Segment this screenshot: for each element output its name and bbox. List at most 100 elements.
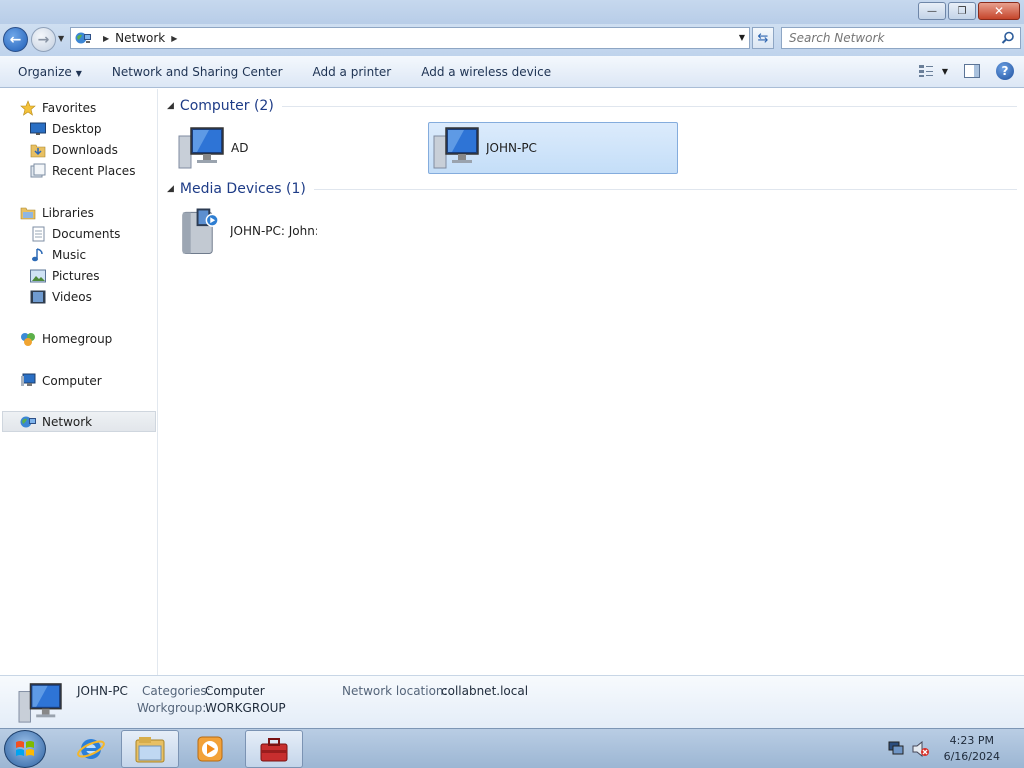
explorer-icon xyxy=(135,737,165,763)
recent-places-icon xyxy=(30,163,46,179)
change-view-button[interactable]: ▼ xyxy=(918,64,948,78)
computer-icon xyxy=(20,373,36,389)
search-icon[interactable] xyxy=(1001,31,1015,45)
network-icon xyxy=(20,414,36,430)
group-title: Media Devices (1) xyxy=(179,181,306,197)
group-header-computer[interactable]: ◢ Computer (2) xyxy=(167,96,1017,116)
sidebar-item-pictures[interactable]: Pictures xyxy=(30,265,100,286)
item-label: JOHN-PC xyxy=(486,141,537,155)
computer-icon xyxy=(178,127,224,169)
recent-pages-dropdown[interactable]: ▼ xyxy=(58,34,64,43)
group-divider xyxy=(313,188,1017,190)
sidebar-item-label: Documents xyxy=(52,226,121,241)
downloads-folder-icon xyxy=(30,142,46,158)
file-list: ◢ Computer (2) AD JOHN-PC ◢ Media Device… xyxy=(159,89,1024,675)
computer-icon xyxy=(433,127,479,169)
organize-menu[interactable]: Organize ▼ xyxy=(0,65,97,79)
sidebar-item-libraries[interactable]: Libraries xyxy=(20,202,94,223)
collapse-triangle-icon[interactable]: ◢ xyxy=(167,184,174,194)
documents-icon xyxy=(30,226,46,242)
system-tray: 4:23 PM 6/16/2024 xyxy=(874,729,1024,768)
forward-arrow-icon: → xyxy=(37,31,50,48)
address-row: ← → ▼ ▶ Network ▶ ▼ ⇆ xyxy=(0,24,1024,56)
videos-icon xyxy=(30,289,46,305)
sidebar-item-label: Libraries xyxy=(42,205,94,220)
sidebar-item-music[interactable]: Music xyxy=(30,244,86,265)
refresh-icon: ⇆ xyxy=(757,30,769,46)
computer-icon xyxy=(18,683,62,723)
sidebar-item-computer[interactable]: Computer xyxy=(20,370,102,391)
search-input[interactable] xyxy=(789,31,989,45)
list-item-media-device[interactable]: JOHN-PC: John: xyxy=(177,205,317,257)
windows-logo-icon xyxy=(16,741,34,756)
sidebar-item-label: Desktop xyxy=(52,121,102,136)
sidebar-item-label: Downloads xyxy=(52,142,118,157)
taskbar-toolbox-app[interactable] xyxy=(245,730,303,768)
sidebar-item-videos[interactable]: Videos xyxy=(30,286,92,307)
clock-time: 4:23 PM xyxy=(949,734,994,747)
preview-pane-button[interactable] xyxy=(964,64,980,78)
toolbox-icon xyxy=(260,738,288,762)
taskbar-windows-explorer[interactable] xyxy=(121,730,179,768)
breadcrumb-network[interactable]: Network xyxy=(115,31,165,45)
sidebar-item-label: Pictures xyxy=(52,268,100,283)
network-sharing-center-button[interactable]: Network and Sharing Center xyxy=(97,65,298,79)
sidebar-item-network[interactable]: Network xyxy=(2,411,156,432)
sidebar-item-desktop[interactable]: Desktop xyxy=(30,118,102,139)
sidebar-item-downloads[interactable]: Downloads xyxy=(30,139,118,160)
media-device-icon xyxy=(182,208,219,254)
details-network-location-label: Network location: xyxy=(342,684,448,698)
address-history-dropdown[interactable]: ▼ xyxy=(739,33,745,42)
breadcrumb-separator[interactable]: ▶ xyxy=(171,34,177,43)
taskbar-media-player[interactable] xyxy=(181,730,239,768)
command-bar-right: ▼ ? xyxy=(918,62,1014,80)
music-icon xyxy=(30,247,46,263)
sidebar-item-label: Homegroup xyxy=(42,331,113,346)
folder-icon xyxy=(20,205,36,221)
search-box[interactable] xyxy=(781,27,1021,49)
sidebar-item-label: Videos xyxy=(52,289,92,304)
details-workgroup-label: Workgroup: xyxy=(137,701,207,715)
start-button[interactable] xyxy=(4,730,46,768)
pictures-icon xyxy=(30,268,46,284)
sidebar-item-documents[interactable]: Documents xyxy=(30,223,120,244)
item-label: AD xyxy=(231,141,249,155)
sidebar-item-label: Music xyxy=(52,247,87,262)
clock-date: 6/16/2024 xyxy=(943,750,1000,763)
item-label: JOHN-PC: John: xyxy=(229,224,317,238)
maximize-button[interactable]: ❐ xyxy=(948,2,976,20)
homegroup-icon xyxy=(20,331,36,347)
sidebar-item-favorites[interactable]: Favorites xyxy=(20,97,96,118)
details-categories-value: Computer xyxy=(205,684,265,698)
details-pane: JOHN-PC Categories: Computer Workgroup: … xyxy=(0,675,1024,728)
sidebar-item-homegroup[interactable]: Homegroup xyxy=(20,328,112,349)
breadcrumb-separator[interactable]: ▶ xyxy=(103,34,109,43)
desktop-icon xyxy=(30,121,46,137)
forward-button[interactable]: → xyxy=(31,27,56,52)
add-printer-button[interactable]: Add a printer xyxy=(298,65,407,79)
sidebar-item-label: Computer xyxy=(42,373,102,388)
chevron-down-icon: ▼ xyxy=(941,66,948,76)
navigation-pane: Favorites Desktop Downloads Recent Place… xyxy=(0,89,158,675)
details-workgroup-value: WORKGROUP xyxy=(205,701,286,715)
taskbar-internet-explorer[interactable] xyxy=(62,730,120,768)
minimize-button[interactable]: — xyxy=(918,2,946,20)
group-header-media-devices[interactable]: ◢ Media Devices (1) xyxy=(167,179,1017,199)
sidebar-item-label: Network xyxy=(42,414,93,429)
help-icon[interactable]: ? xyxy=(996,62,1014,80)
network-status-icon[interactable] xyxy=(888,741,906,757)
chevron-down-icon: ▼ xyxy=(75,68,82,78)
address-bar[interactable]: ▶ Network ▶ ▼ xyxy=(70,27,750,49)
system-clock[interactable]: 4:23 PM 6/16/2024 xyxy=(944,733,1000,765)
collapse-triangle-icon[interactable]: ◢ xyxy=(167,101,174,111)
refresh-button[interactable]: ⇆ xyxy=(752,27,774,49)
back-button[interactable]: ← xyxy=(3,27,28,52)
add-wireless-device-button[interactable]: Add a wireless device xyxy=(406,65,566,79)
volume-muted-icon[interactable] xyxy=(912,741,930,757)
list-item-john-pc[interactable]: JOHN-PC xyxy=(428,122,678,174)
star-icon xyxy=(20,99,36,116)
list-item-ad[interactable]: AD xyxy=(177,122,427,174)
sidebar-item-recent-places[interactable]: Recent Places xyxy=(30,160,135,181)
close-button[interactable]: ✕ xyxy=(978,2,1020,20)
details-network-location-value: collabnet.local xyxy=(441,684,529,698)
